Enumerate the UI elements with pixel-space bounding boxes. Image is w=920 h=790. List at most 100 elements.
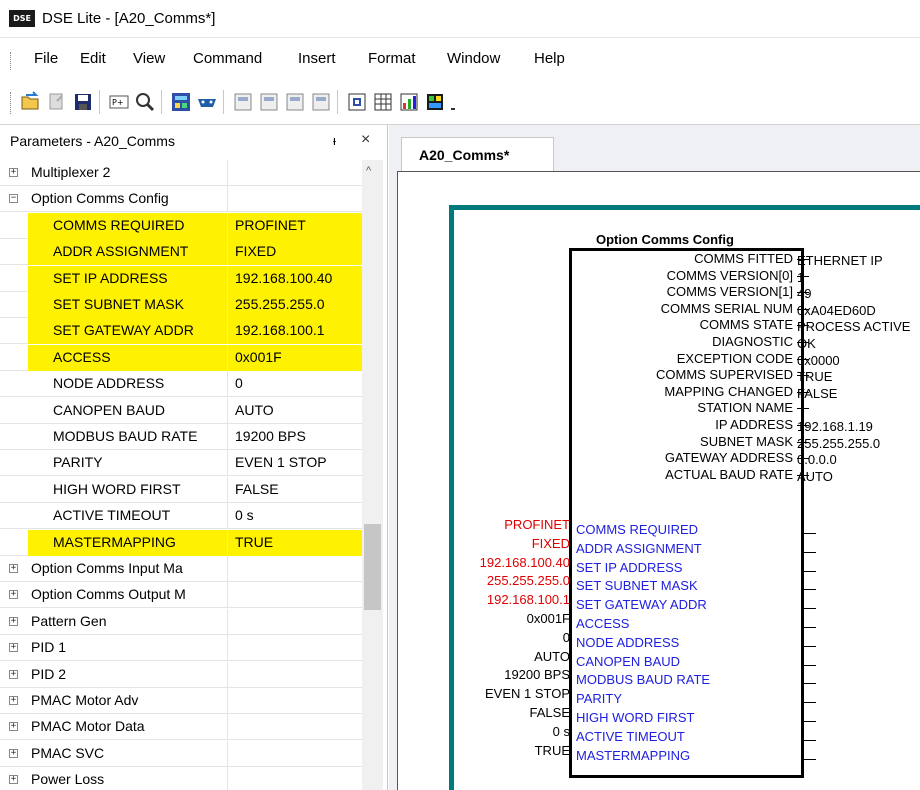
page1-icon[interactable] bbox=[232, 91, 254, 113]
parameter-value-cell[interactable]: EVEN 1 STOP bbox=[228, 450, 362, 476]
expand-icon[interactable]: + bbox=[9, 748, 18, 758]
parameter-row[interactable]: NODE ADDRESS 0 bbox=[0, 371, 362, 398]
toolbar-separator bbox=[99, 90, 100, 114]
tree-group-row[interactable]: + PMAC Motor Data bbox=[0, 714, 362, 741]
input-pin-value[interactable]: 19200 BPS bbox=[504, 667, 570, 682]
expand-icon[interactable]: + bbox=[9, 564, 18, 573]
parameter-value-cell[interactable]: 192.168.100.40 bbox=[228, 265, 362, 292]
expand-icon[interactable]: + bbox=[9, 722, 18, 732]
input-pin-value[interactable]: TRUE bbox=[535, 743, 570, 758]
parameter-row[interactable]: CANOPEN BAUD AUTO bbox=[0, 397, 362, 424]
tree-group-row[interactable]: + Option Comms Output M bbox=[0, 582, 362, 609]
expand-icon[interactable]: + bbox=[9, 696, 18, 705]
tree-group-row[interactable]: + Option Comms Input Ma bbox=[0, 556, 362, 582]
tree-group-row[interactable]: + PID 1 bbox=[0, 635, 362, 662]
palette-icon[interactable] bbox=[424, 91, 446, 113]
parameter-label: NODE ADDRESS bbox=[53, 375, 165, 392]
parameter-value-cell bbox=[228, 582, 362, 608]
parameter-value-cell[interactable]: 0 s bbox=[228, 503, 362, 529]
tree-group-row[interactable]: − Option Comms Config bbox=[0, 186, 362, 213]
menu-window[interactable]: Window bbox=[447, 50, 500, 67]
parameter-value-cell[interactable]: 0x001F bbox=[228, 344, 362, 371]
parameter-row[interactable]: MODBUS BAUD RATE 19200 BPS bbox=[0, 424, 362, 450]
page4-icon[interactable] bbox=[310, 91, 332, 113]
parameter-value-cell[interactable]: FALSE bbox=[228, 477, 362, 503]
scrollbar-thumb[interactable] bbox=[364, 524, 381, 610]
input-pin-value[interactable]: 192.168.100.1 bbox=[487, 592, 570, 607]
expand-icon[interactable]: + bbox=[9, 643, 18, 653]
parameter-row[interactable]: HIGH WORD FIRST FALSE bbox=[0, 476, 362, 503]
input-pin-value[interactable]: 0 s bbox=[553, 724, 570, 739]
parameter-value-cell[interactable]: PROFINET bbox=[228, 212, 362, 239]
parameter-row[interactable]: PARITY EVEN 1 STOP bbox=[0, 450, 362, 477]
tree-group-row[interactable]: + Pattern Gen bbox=[0, 608, 362, 635]
parameter-value-cell[interactable]: TRUE bbox=[228, 529, 362, 556]
parameter-value-cell[interactable]: 255.255.255.0 bbox=[228, 292, 362, 318]
input-pin-value[interactable]: PROFINET bbox=[504, 517, 570, 532]
parameter-row[interactable]: ACTIVE TIMEOUT 0 s bbox=[0, 503, 362, 530]
scroll-up-icon[interactable]: ^ bbox=[366, 165, 371, 177]
input-pin-value[interactable]: EVEN 1 STOP bbox=[485, 686, 570, 701]
page3-icon[interactable] bbox=[284, 91, 306, 113]
toolbar-grip[interactable] bbox=[10, 92, 12, 114]
parameter-value-cell[interactable]: 0 bbox=[228, 371, 362, 397]
parameter-row[interactable]: MASTERMAPPING TRUE bbox=[0, 529, 362, 556]
input-pin-value[interactable]: 255.255.255.0 bbox=[487, 573, 570, 588]
parameter-row[interactable]: COMMS REQUIRED PROFINET bbox=[0, 212, 362, 239]
group-label: Multiplexer 2 bbox=[31, 164, 111, 180]
menu-format[interactable]: Format bbox=[368, 50, 416, 67]
toolbar-overflow-icon[interactable] bbox=[448, 91, 458, 113]
table-icon[interactable] bbox=[372, 91, 394, 113]
input-pin-value[interactable]: 192.168.100.40 bbox=[480, 555, 570, 570]
input-pin-value[interactable]: 0 bbox=[563, 630, 570, 645]
parameter-row[interactable]: SET GATEWAY ADDR 192.168.100.1 bbox=[0, 318, 362, 345]
menu-insert[interactable]: Insert bbox=[298, 50, 336, 67]
tree-group-row[interactable]: + PID 2 bbox=[0, 661, 362, 688]
menubar-grip[interactable] bbox=[10, 52, 12, 70]
close-icon[interactable]: × bbox=[361, 131, 370, 149]
chart-icon[interactable] bbox=[398, 91, 420, 113]
menu-view[interactable]: View bbox=[133, 50, 165, 67]
parameter-value-cell[interactable]: FIXED bbox=[228, 239, 362, 266]
grid-icon[interactable] bbox=[346, 91, 368, 113]
expand-icon[interactable]: + bbox=[9, 590, 18, 600]
expand-icon[interactable]: + bbox=[9, 168, 18, 177]
menu-edit[interactable]: Edit bbox=[80, 50, 106, 67]
input-pin-value[interactable]: 0x001F bbox=[527, 611, 570, 626]
save-icon[interactable] bbox=[72, 91, 94, 113]
parameter-row[interactable]: SET IP ADDRESS 192.168.100.40 bbox=[0, 265, 362, 292]
parameter-value-cell bbox=[228, 688, 362, 714]
connect-icon[interactable] bbox=[196, 91, 218, 113]
parameter-row[interactable]: SET SUBNET MASK 255.255.255.0 bbox=[0, 292, 362, 318]
page2-icon[interactable] bbox=[258, 91, 280, 113]
input-pin-value[interactable]: AUTO bbox=[534, 649, 570, 664]
block-icon[interactable] bbox=[170, 91, 192, 113]
parameter-value-cell[interactable]: 19200 BPS bbox=[228, 424, 362, 450]
expand-icon[interactable]: + bbox=[9, 669, 18, 679]
parameter-value: EVEN 1 STOP bbox=[235, 454, 327, 471]
tree-group-row[interactable]: + PMAC Motor Adv bbox=[0, 688, 362, 714]
tree-group-row[interactable]: + Power Loss bbox=[0, 767, 362, 790]
menu-command[interactable]: Command bbox=[193, 50, 262, 67]
vertical-scrollbar[interactable]: ^ bbox=[362, 160, 383, 790]
tree-group-row[interactable]: + Multiplexer 2 bbox=[0, 160, 362, 186]
parameter-value-cell bbox=[228, 556, 362, 582]
parameter-value-cell[interactable]: 192.168.100.1 bbox=[228, 318, 362, 345]
expand-icon[interactable]: + bbox=[9, 616, 18, 626]
properties-icon[interactable]: P+ bbox=[108, 91, 130, 113]
menu-help[interactable]: Help bbox=[534, 50, 565, 67]
parameter-value-cell[interactable]: AUTO bbox=[228, 398, 362, 424]
pin-icon[interactable]: ᵻ bbox=[333, 133, 336, 148]
new-icon[interactable] bbox=[46, 91, 68, 113]
input-pin-value[interactable]: FIXED bbox=[532, 536, 570, 551]
collapse-icon[interactable]: − bbox=[9, 194, 18, 204]
input-pin-value[interactable]: FALSE bbox=[530, 705, 570, 720]
menu-file[interactable]: File bbox=[34, 50, 58, 67]
expand-icon[interactable]: + bbox=[9, 775, 18, 785]
parameter-row[interactable]: ADDR ASSIGNMENT FIXED bbox=[0, 239, 362, 266]
tree-group-row[interactable]: + PMAC SVC bbox=[0, 740, 362, 767]
zoom-icon[interactable] bbox=[134, 91, 156, 113]
open-folder-icon[interactable] bbox=[20, 91, 42, 113]
tab-a20-comms[interactable]: A20_Comms* bbox=[401, 137, 554, 171]
parameter-row[interactable]: ACCESS 0x001F bbox=[0, 344, 362, 371]
